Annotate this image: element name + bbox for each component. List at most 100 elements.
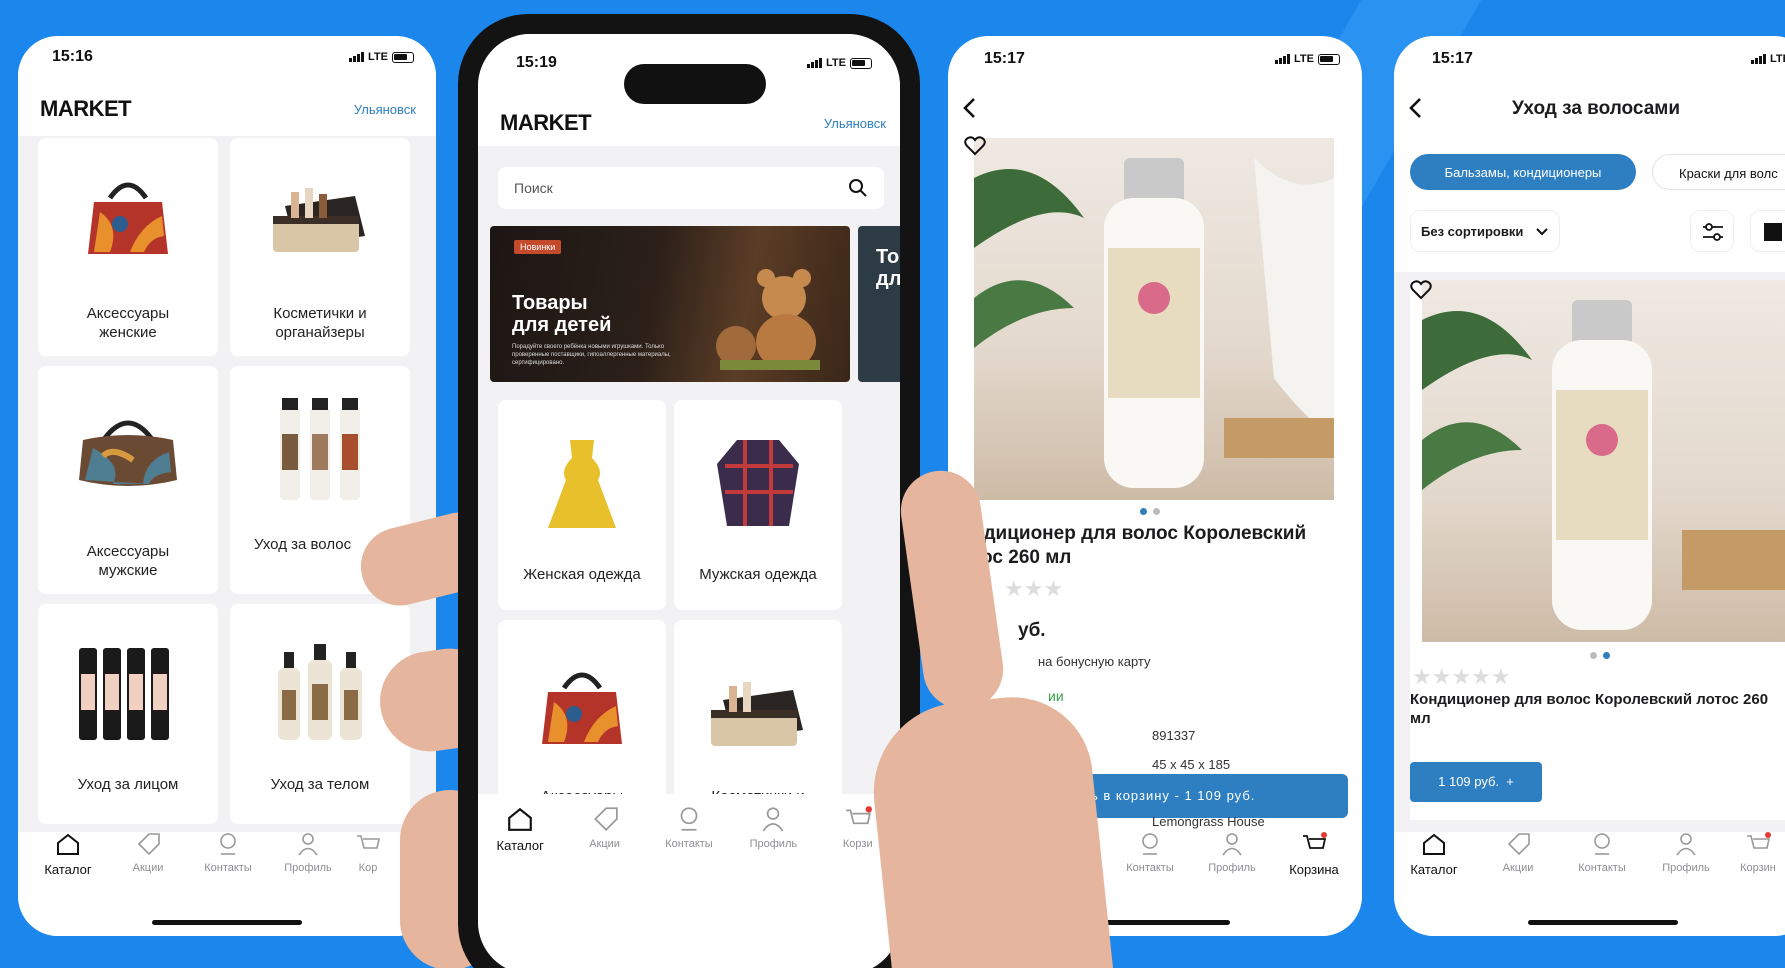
favorite-heart-icon[interactable] (1410, 280, 1432, 300)
tab-label: Контакты (1578, 862, 1626, 874)
battery-icon (850, 57, 872, 69)
tag-icon (593, 807, 618, 831)
cosmetic-bag-icon (711, 682, 803, 746)
category-tile[interactable]: Мужская одежда (674, 400, 842, 610)
category-tile[interactable]: Уход за лицом (38, 604, 218, 824)
product-image[interactable] (1422, 280, 1785, 642)
back-arrow-icon[interactable] (1406, 96, 1426, 120)
network-label: LTE (826, 57, 846, 69)
conditioner-bottle-image (974, 158, 1334, 488)
rating-stars: ★★★ (1004, 576, 1064, 601)
tab-label: Профиль (1208, 862, 1256, 874)
profile-icon (298, 833, 318, 856)
cart-icon (845, 806, 872, 825)
product-title: ндиционер для волос Королевский тос 260 … (972, 523, 1307, 568)
category-label: Аксессуары мужские (86, 543, 170, 579)
yellow-dress-icon (548, 440, 616, 528)
tab-catalog[interactable]: Каталог (28, 832, 108, 936)
tab-label: Профиль (749, 838, 798, 850)
cart-icon (1303, 832, 1327, 849)
promo-banner[interactable]: Новинки Товары для детей Порадуйте своег… (490, 226, 850, 382)
tab-cart[interactable]: Корзина (1274, 832, 1354, 936)
catalog-screen-1: 15:16 LTE MARKET Ульяновск Аксессуары же… (18, 36, 436, 936)
profile-icon (1222, 833, 1242, 856)
favorite-heart-icon[interactable] (964, 136, 986, 156)
tag-icon (137, 833, 160, 856)
tab-profile[interactable]: Профиль (733, 806, 813, 850)
promo-banner-next[interactable]: То дл (858, 226, 900, 382)
page-title: MARKET (500, 110, 592, 135)
status-time: 15:16 (52, 48, 93, 65)
status-time: 15:17 (984, 50, 1025, 67)
tab-promotions[interactable]: Акции (565, 806, 645, 850)
home-icon (508, 807, 533, 831)
sort-dropdown[interactable]: Без сортировки (1410, 210, 1560, 252)
banner-title: То дл (876, 246, 900, 290)
tab-label: Профиль (284, 862, 332, 874)
category-tile[interactable]: Аксессуары мужские (38, 366, 218, 594)
city-selector[interactable]: Ульяновск (354, 102, 416, 117)
battery-icon (392, 51, 414, 63)
back-arrow-icon[interactable] (960, 96, 980, 120)
tab-catalog[interactable]: Каталог (1394, 832, 1474, 936)
network-label: LTE (1770, 53, 1785, 65)
chevron-down-icon (1536, 228, 1548, 236)
home-icon (1423, 833, 1445, 855)
location-icon (1142, 833, 1158, 855)
status-bar: 15:17 LTE (984, 50, 1340, 68)
brand-value: Lemongrass House (1152, 814, 1265, 829)
tab-cart[interactable]: Кор (348, 832, 388, 936)
chip-balms[interactable]: Бальзамы, кондиционеры (1410, 154, 1636, 190)
category-label: Мужская одежда (699, 566, 817, 583)
view-toggle-button[interactable] (1750, 210, 1785, 252)
home-icon (57, 833, 79, 855)
tab-catalog[interactable]: Каталог (480, 806, 560, 853)
phone-device: 15:19 LTE MARKET Ульяновск Поиск Новинки… (458, 14, 920, 968)
tab-label: Кор (358, 862, 378, 874)
tab-label: Контакты (1126, 862, 1174, 874)
home-indicator (152, 920, 302, 925)
city-selector[interactable]: Ульяновск (824, 116, 886, 131)
mens-bag-icon (79, 420, 177, 486)
tab-label: Каталог (1410, 862, 1458, 877)
search-icon[interactable] (848, 178, 868, 198)
product-price: уб. (1018, 620, 1046, 641)
womens-bag-icon (88, 182, 168, 254)
signal-icon (349, 52, 365, 62)
tab-label: Акции (589, 838, 620, 850)
chip-hair-dye[interactable]: Краски для волс (1652, 154, 1785, 190)
search-input[interactable]: Поиск (498, 167, 884, 209)
sort-label: Без сортировки (1421, 224, 1524, 239)
add-to-cart-price-button[interactable]: 1 109 руб. + (1410, 762, 1542, 802)
category-tile[interactable]: Косметички и органайзеры (230, 138, 410, 356)
plaid-shirt-icon (717, 440, 799, 526)
category-label: Косметички и органайзеры (273, 305, 367, 341)
category-label: Женская одежда (523, 566, 641, 583)
filter-button[interactable] (1690, 210, 1734, 252)
image-pagination (1590, 652, 1610, 659)
body-care-bottles-icon (278, 644, 362, 740)
category-tile[interactable]: Аксессуары женские (38, 138, 218, 356)
location-icon (1594, 833, 1610, 855)
profile-icon (1676, 833, 1696, 856)
tab-label: Корзина (1289, 862, 1339, 877)
category-label: Уход за телом (270, 776, 370, 793)
teddy-bear-icon (716, 269, 820, 370)
rating-stars: ★★★★★ (1412, 664, 1511, 689)
article-value: 891337 (1152, 728, 1196, 743)
category-label: Аксессуары женские (86, 305, 170, 341)
cosmetic-bag-icon (273, 188, 365, 252)
battery-icon (1318, 53, 1340, 65)
network-label: LTE (1294, 53, 1314, 65)
tab-label: Контакты (665, 838, 713, 850)
conditioner-bottle-image (1422, 300, 1785, 630)
category-tile[interactable]: Женская одежда (498, 400, 666, 610)
tab-bar: Каталог Акции Контакты Профиль Корзи (478, 794, 900, 968)
profile-icon (762, 807, 784, 832)
tab-label: Контакты (204, 862, 252, 874)
signal-icon (1275, 54, 1291, 64)
tab-label: Каталог (44, 862, 92, 877)
tab-cart[interactable]: Корзин (1730, 832, 1785, 936)
tab-contacts[interactable]: Контакты (649, 806, 729, 850)
product-image[interactable] (974, 138, 1334, 500)
